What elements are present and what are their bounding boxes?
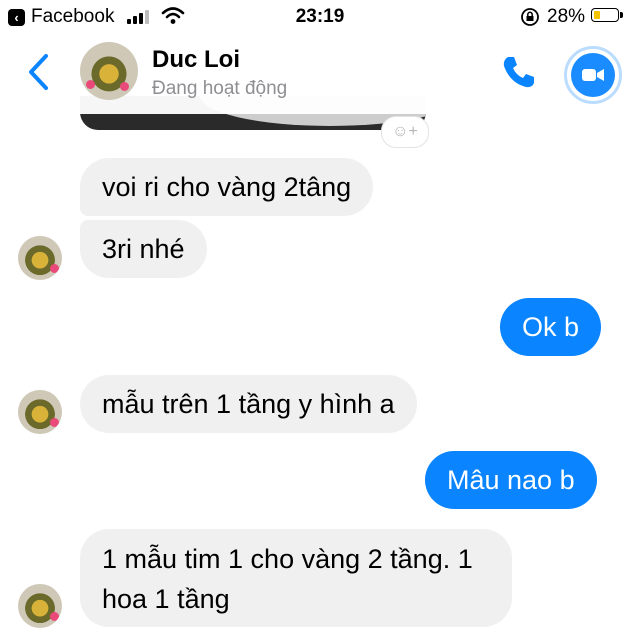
contact-status: Đang hoạt động (152, 78, 288, 99)
message-incoming[interactable]: voi ri cho vàng 2tâng (80, 158, 374, 216)
battery-icon (591, 8, 623, 22)
contact-name[interactable]: Duc Loi (152, 46, 240, 74)
message-outgoing[interactable]: Mâu nao b (425, 451, 597, 509)
sender-avatar[interactable] (18, 390, 62, 434)
video-call-button[interactable] (564, 46, 622, 104)
message-incoming[interactable]: 3ri nhé (80, 220, 207, 278)
battery-fill (594, 11, 600, 19)
clock: 23:19 (295, 6, 345, 27)
contact-avatar[interactable] (80, 42, 138, 100)
sender-avatar[interactable] (18, 584, 62, 628)
message-incoming[interactable]: mẫu trên 1 tầng y hình a (80, 375, 417, 433)
sender-avatar[interactable] (18, 236, 62, 280)
back-chevron-icon[interactable] (24, 52, 54, 92)
video-camera-icon (582, 69, 604, 81)
message-incoming[interactable]: 1 mẫu tim 1 cho vàng 2 tầng. 1 hoa 1 tần… (80, 529, 512, 627)
status-bar: ‹ Facebook 23:19 28% (0, 0, 640, 34)
lock-rotation-icon (521, 8, 539, 26)
phone-icon[interactable] (498, 52, 538, 92)
add-reaction-icon[interactable]: ☺+ (381, 116, 429, 148)
message-outgoing[interactable]: Ok b (500, 298, 602, 356)
chat-header: Duc Loi Đang hoạt động (0, 34, 640, 114)
battery-percent: 28% (547, 6, 586, 27)
